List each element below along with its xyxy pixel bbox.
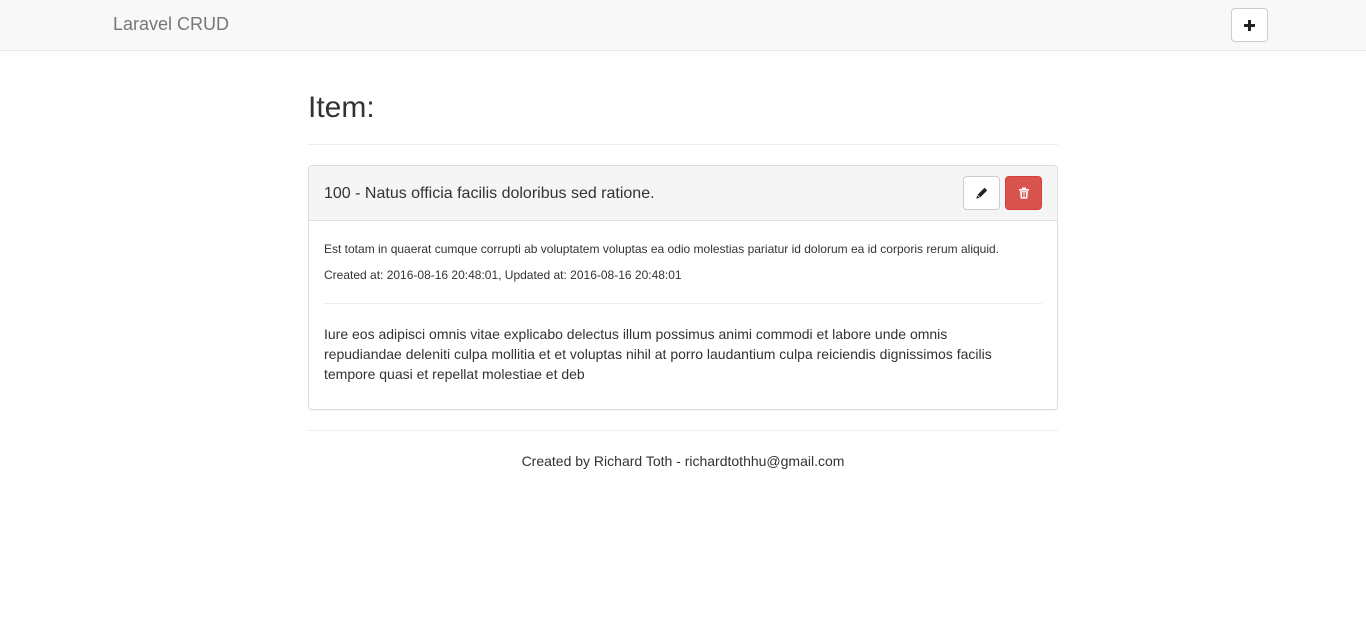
body-divider — [324, 303, 1042, 304]
page-title: Item: — [308, 91, 375, 124]
delete-button[interactable] — [1005, 176, 1042, 210]
navbar-brand[interactable]: Laravel CRUD — [113, 14, 229, 34]
pencil-icon — [975, 187, 987, 199]
title-divider — [308, 144, 1058, 145]
item-title: 100 - Natus officia facilis doloribus se… — [324, 185, 655, 202]
plus-icon — [1244, 19, 1255, 31]
add-item-button[interactable] — [1231, 8, 1268, 42]
item-panel-heading: 100 - Natus officia facilis doloribus se… — [309, 166, 1057, 221]
item-timestamps: Created at: 2016-08-16 20:48:01, Updated… — [324, 268, 682, 282]
edit-button[interactable] — [963, 176, 1000, 210]
item-content: Iure eos adipisci omnis vitae explicabo … — [324, 326, 992, 382]
item-description: Est totam in quaerat cumque corrupti ab … — [324, 242, 1000, 256]
navbar: Laravel CRUD — [0, 0, 1366, 51]
item-panel: 100 - Natus officia facilis doloribus se… — [308, 165, 1058, 410]
footer-divider — [308, 430, 1058, 431]
trash-icon — [1018, 187, 1029, 199]
footer-text: Created by Richard Toth - richardtothhu@… — [521, 453, 845, 469]
